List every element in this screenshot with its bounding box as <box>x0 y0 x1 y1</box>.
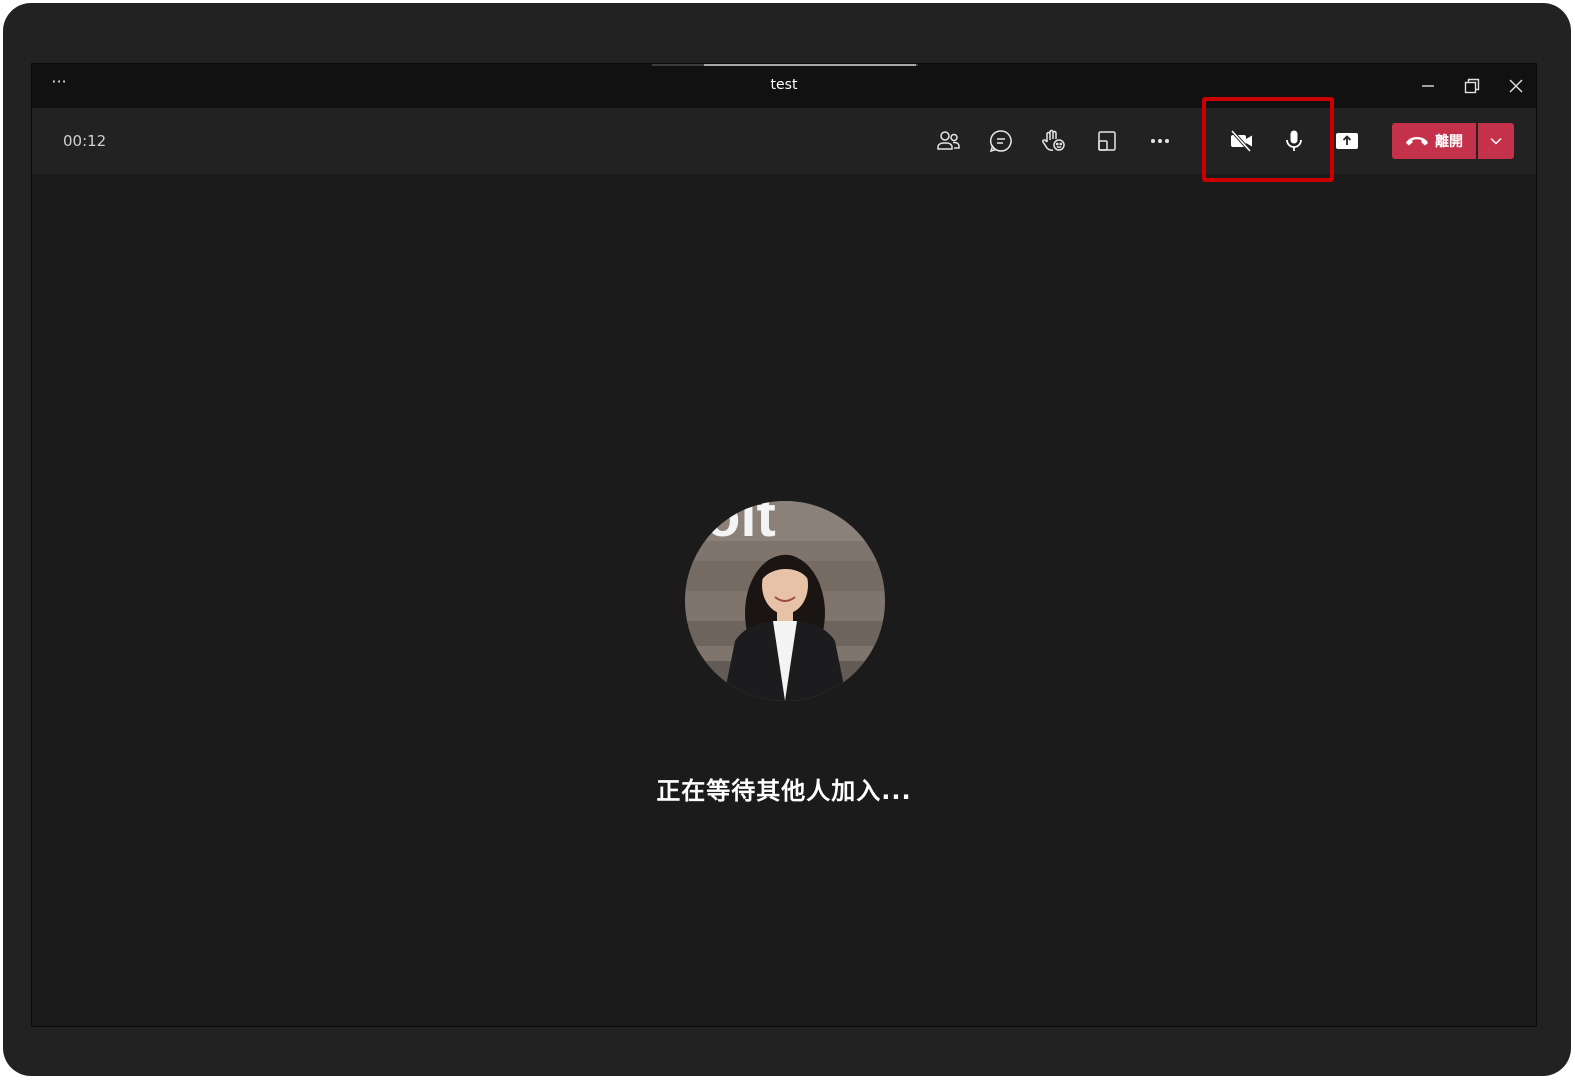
phone-hangup-icon <box>1405 133 1429 149</box>
leave-options-button[interactable] <box>1478 123 1514 159</box>
highlight-annotation <box>1202 97 1334 182</box>
device-frame: ··· test 00:12 離開 oıt 正在等待其他人加入... <box>3 3 1571 1076</box>
leave-button-label: 離開 <box>1435 134 1463 150</box>
camera-off-icon[interactable] <box>1223 123 1259 159</box>
call-timer: 00:12 <box>63 132 107 150</box>
close-icon[interactable] <box>1504 74 1528 98</box>
svg-text:oıt: oıt <box>705 501 776 549</box>
more-horizontal-icon[interactable] <box>1142 123 1178 159</box>
minimize-icon[interactable] <box>1416 74 1440 98</box>
window-title: test <box>770 77 798 93</box>
restore-icon[interactable] <box>1460 74 1484 98</box>
people-icon[interactable] <box>930 123 966 159</box>
waiting-message: 正在等待其他人加入... <box>656 777 912 805</box>
microphone-icon[interactable] <box>1276 123 1312 159</box>
avatar: oıt <box>685 501 885 701</box>
chevron-down-icon <box>1488 133 1504 149</box>
leave-button[interactable]: 離開 <box>1392 123 1476 159</box>
title-bar-accent <box>652 64 918 66</box>
meeting-window: ··· test 00:12 離開 oıt 正在等待其他人加入... <box>31 63 1537 1027</box>
raise-hand-icon[interactable] <box>1036 123 1072 159</box>
window-layout-icon[interactable] <box>1089 123 1125 159</box>
meeting-toolbar: 00:12 離開 <box>32 97 1536 182</box>
share-screen-icon[interactable] <box>1329 123 1365 159</box>
chat-icon[interactable] <box>983 123 1019 159</box>
